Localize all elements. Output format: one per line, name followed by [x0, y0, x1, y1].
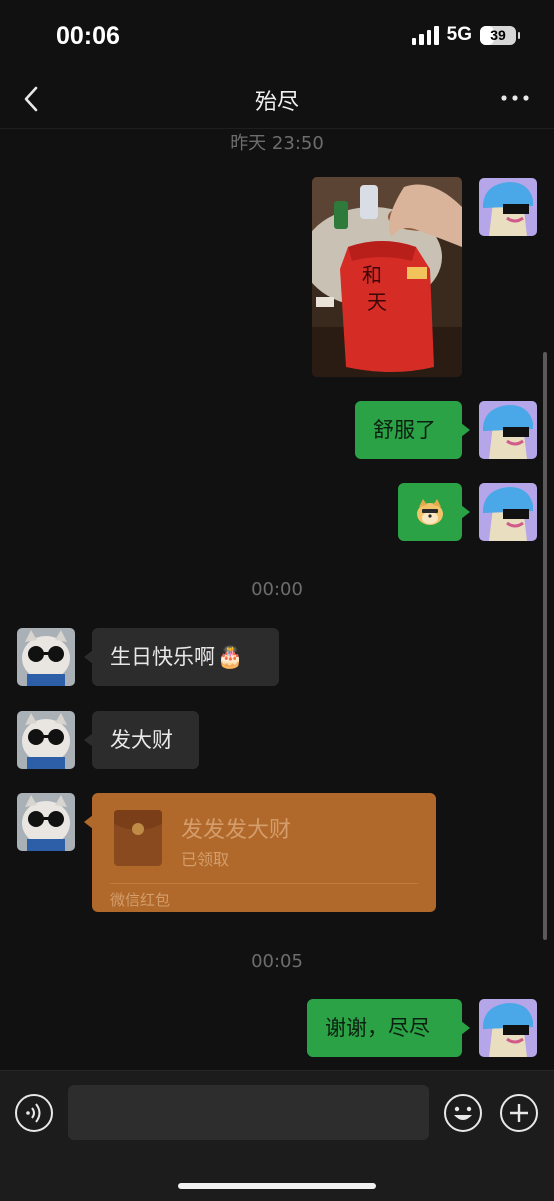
- contact-avatar[interactable]: [17, 793, 75, 851]
- doge-emoji-icon: [417, 499, 443, 525]
- more-dots-icon[interactable]: [500, 88, 530, 108]
- message-input[interactable]: [68, 1085, 429, 1140]
- received-message-bubble[interactable]: 发大财: [84, 711, 199, 769]
- voice-input-icon[interactable]: [14, 1093, 54, 1133]
- scrollbar[interactable]: [543, 352, 547, 940]
- sent-message-bubble[interactable]: [398, 483, 470, 541]
- emoji-face-icon[interactable]: [443, 1093, 483, 1133]
- self-avatar[interactable]: [479, 999, 537, 1057]
- message-text: 发大财: [110, 727, 173, 752]
- status-time: 00:06: [56, 22, 120, 50]
- svg-text:天: 天: [367, 290, 387, 314]
- contact-avatar[interactable]: [17, 628, 75, 686]
- battery-icon: 39: [480, 25, 520, 45]
- timestamp: 00:00: [251, 579, 303, 600]
- network-type: 5G: [446, 24, 472, 45]
- contact-avatar[interactable]: [17, 711, 75, 769]
- chat-input-bar: [0, 1070, 554, 1201]
- svg-text:和: 和: [362, 263, 382, 287]
- divider: [110, 883, 418, 884]
- red-packet-status: 已领取: [181, 850, 230, 869]
- self-avatar[interactable]: [479, 483, 537, 541]
- red-packet-footer: 微信红包: [110, 891, 171, 909]
- sent-message-bubble[interactable]: 谢谢，尽尽: [307, 999, 470, 1057]
- self-avatar[interactable]: [479, 401, 537, 459]
- plus-circle-icon[interactable]: [499, 1093, 539, 1133]
- message-text: 谢谢，尽尽: [325, 1015, 430, 1040]
- red-packet-title: 发发发大财: [181, 818, 292, 843]
- battery-level: 39: [490, 27, 506, 43]
- chat-header: 殆尽: [0, 72, 554, 129]
- chat-photo-image[interactable]: 和 天: [312, 177, 462, 377]
- timestamp: 00:05: [251, 951, 303, 972]
- red-packet-icon: [114, 810, 162, 866]
- sent-message-bubble[interactable]: 舒服了: [355, 401, 470, 459]
- message-text: 生日快乐啊: [110, 644, 215, 669]
- status-indicators: 5G 39: [411, 24, 520, 46]
- message-text: 舒服了: [373, 417, 436, 442]
- received-message-bubble[interactable]: 生日快乐啊 🎂: [84, 628, 279, 686]
- home-indicator[interactable]: [178, 1183, 376, 1189]
- cellular-signal-icon: [411, 25, 439, 45]
- cake-emoji: 🎂: [217, 644, 244, 669]
- self-avatar[interactable]: [479, 178, 537, 236]
- timestamp: 昨天 23:50: [230, 133, 324, 154]
- chat-title: 殆尽: [254, 90, 299, 115]
- red-packet-card[interactable]: 发发发大财 已领取 微信红包: [84, 793, 436, 912]
- status-bar: 00:06 5G 39: [0, 0, 554, 72]
